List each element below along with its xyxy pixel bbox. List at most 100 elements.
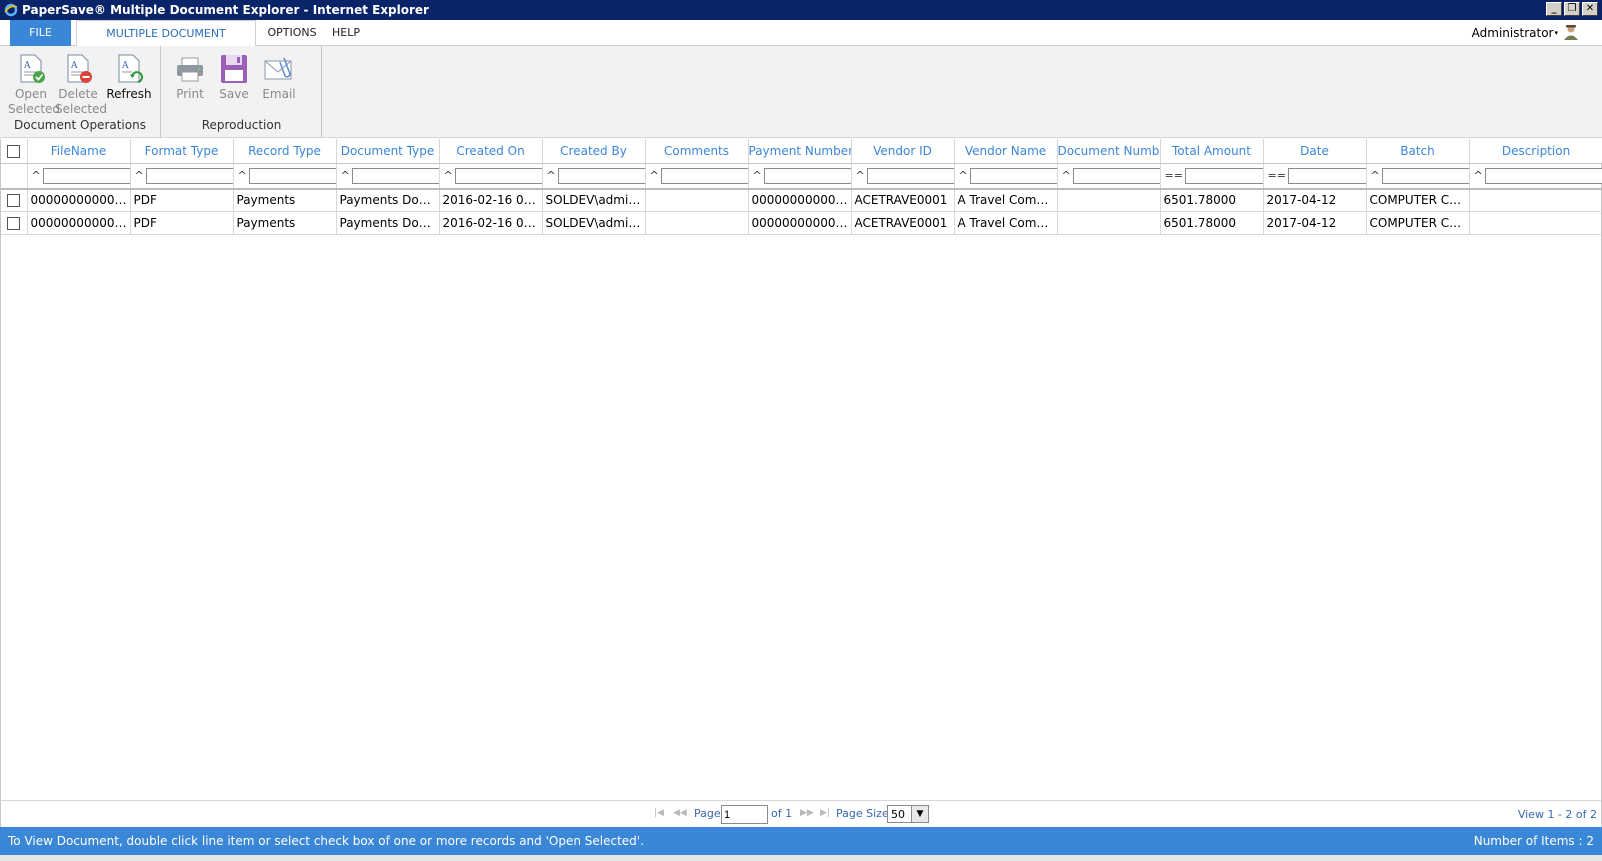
email-envelope-icon <box>264 57 292 80</box>
delete-selected-button[interactable]: A Delete Selected <box>55 52 108 117</box>
filter-operator[interactable]: ^ <box>959 169 968 182</box>
printer-icon <box>177 57 203 82</box>
select-all-checkbox[interactable] <box>7 144 21 158</box>
table-row[interactable]: 00000000000000...PDFPaymentsPayments Doc… <box>1 211 1602 235</box>
row-checkbox[interactable] <box>7 194 21 208</box>
column-header-payment-number[interactable]: Payment Number <box>748 139 852 164</box>
filter-input[interactable] <box>557 167 644 184</box>
filter-operator[interactable]: ^ <box>1062 169 1071 182</box>
column-header-description[interactable]: Description <box>1469 139 1602 164</box>
filter-operator[interactable]: == <box>1165 169 1183 182</box>
tab-options[interactable]: OPTIONS <box>262 20 322 46</box>
filter-input[interactable] <box>1184 167 1262 184</box>
open-label-2: Selected <box>8 102 61 116</box>
document-grid: FileName Format Type Record Type Documen… <box>0 139 1602 800</box>
print-label: Print <box>176 87 204 101</box>
user-name: Administrator <box>1471 26 1554 40</box>
email-label: Email <box>262 87 296 101</box>
print-button[interactable]: Print <box>170 52 210 102</box>
filter-input[interactable] <box>1381 167 1468 184</box>
filter-input[interactable] <box>248 167 335 184</box>
filter-operator[interactable]: ^ <box>1474 169 1483 182</box>
filter-operator[interactable]: ^ <box>753 169 762 182</box>
page-label: Page <box>694 807 721 820</box>
filter-operator[interactable]: ^ <box>135 169 144 182</box>
tab-multiple-document-explorer[interactable]: MULTIPLE DOCUMENT EXPLORER <box>76 20 256 65</box>
table-cell: Payments <box>233 211 337 235</box>
email-button[interactable]: Email <box>259 52 299 102</box>
filter-cell: ^x <box>851 163 955 190</box>
column-header-document-type[interactable]: Document Type <box>336 139 440 164</box>
table-cell: ACETRAVE0001 <box>851 211 955 235</box>
filter-operator[interactable]: ^ <box>238 169 247 182</box>
delete-label-2: Selected <box>55 102 108 116</box>
previous-page-icon[interactable]: ◀◀ <box>673 808 687 818</box>
item-count: Number of Items : 2 <box>1473 834 1594 848</box>
page-size-select[interactable]: 50 ▼ <box>887 805 929 823</box>
filter-input[interactable] <box>969 167 1056 184</box>
column-header-comments[interactable]: Comments <box>645 139 749 164</box>
column-header-document-number[interactable]: Document Numbe <box>1057 139 1161 164</box>
column-header-vendor-name[interactable]: Vendor Name <box>954 139 1058 164</box>
filter-input[interactable] <box>351 167 438 184</box>
filter-operator[interactable]: ^ <box>32 169 41 182</box>
table-cell: 00000000000000... <box>748 188 852 212</box>
filter-input[interactable] <box>866 167 953 184</box>
row-checkbox[interactable] <box>7 217 21 230</box>
document-table: FileName Format Type Record Type Documen… <box>1 139 1602 235</box>
filter-cell: ^x <box>27 163 131 190</box>
column-header-filename[interactable]: FileName <box>27 139 131 164</box>
filter-control: ==x <box>1161 164 1262 187</box>
filter-operator[interactable]: ^ <box>444 169 453 182</box>
page-number-input[interactable] <box>721 805 768 824</box>
filter-cell: ==x <box>1263 163 1367 190</box>
column-header-date[interactable]: Date <box>1263 139 1367 164</box>
user-menu[interactable]: Administrator ▾ <box>1472 20 1580 46</box>
group-reproduction: Print Save Email Reproduction <box>162 46 322 138</box>
filter-operator[interactable]: ^ <box>856 169 865 182</box>
table-row[interactable]: 00000000000000...PDFPaymentsPayments Doc… <box>1 188 1602 212</box>
filter-operator[interactable]: ^ <box>1371 169 1380 182</box>
page-size-value: 50 <box>891 808 905 821</box>
filter-input[interactable] <box>660 167 747 184</box>
save-button[interactable]: Save <box>214 52 254 102</box>
table-cell: 2016-02-16 04:0... <box>439 188 543 212</box>
status-bar: To View Document, double click line item… <box>0 827 1602 855</box>
filter-cell: ^x <box>336 163 440 190</box>
filter-operator[interactable]: ^ <box>341 169 350 182</box>
filter-input[interactable] <box>763 167 850 184</box>
refresh-button[interactable]: A Refresh <box>104 52 154 102</box>
filter-input[interactable] <box>1484 167 1602 184</box>
filter-input[interactable] <box>145 167 232 184</box>
filter-control: ^x <box>749 164 850 187</box>
column-header-created-by[interactable]: Created By <box>542 139 646 164</box>
restore-button[interactable]: ❐ <box>1564 2 1580 16</box>
column-header-format-type[interactable]: Format Type <box>130 139 234 164</box>
tab-file[interactable]: FILE <box>10 20 71 46</box>
filter-operator[interactable]: ^ <box>650 169 659 182</box>
minimize-button[interactable]: _ <box>1546 2 1562 16</box>
row-select-cell <box>1 188 28 212</box>
open-selected-button[interactable]: A Open Selected <box>8 52 61 117</box>
filter-input[interactable] <box>1072 167 1159 184</box>
filter-input[interactable] <box>42 167 129 184</box>
table-cell: 2017-04-12 <box>1263 188 1367 212</box>
tab-help[interactable]: HELP <box>328 20 364 46</box>
svg-text:A: A <box>121 61 129 71</box>
filter-operator[interactable]: == <box>1268 169 1286 182</box>
column-header-vendor-id[interactable]: Vendor ID <box>851 139 955 164</box>
column-header-record-type[interactable]: Record Type <box>233 139 337 164</box>
last-page-icon[interactable]: ▶| <box>820 808 830 818</box>
window-bottom-border <box>0 855 1602 861</box>
next-page-icon[interactable]: ▶▶ <box>800 808 814 818</box>
column-header-total-amount[interactable]: Total Amount <box>1160 139 1264 164</box>
first-page-icon[interactable]: |◀ <box>654 808 664 818</box>
filter-operator[interactable]: ^ <box>547 169 556 182</box>
save-label: Save <box>219 87 249 101</box>
filter-input[interactable] <box>454 167 541 184</box>
table-cell: PDF <box>130 188 234 212</box>
filter-input[interactable] <box>1287 167 1365 184</box>
close-button[interactable]: ✕ <box>1582 2 1598 16</box>
column-header-created-on[interactable]: Created On <box>439 139 543 164</box>
column-header-batch[interactable]: Batch <box>1366 139 1470 164</box>
